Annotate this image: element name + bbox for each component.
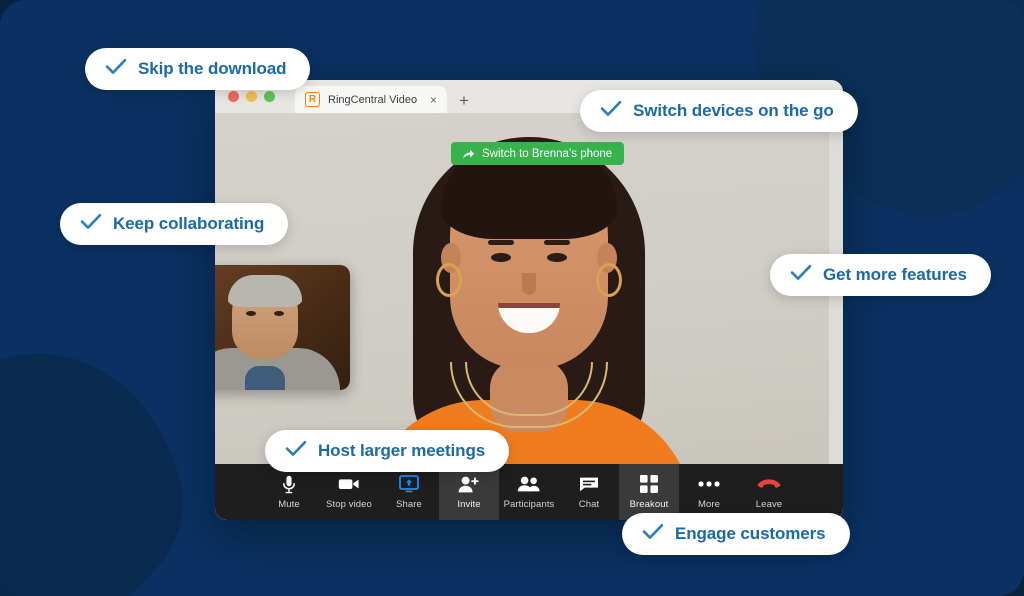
check-icon xyxy=(600,100,622,122)
thumbnail-participant-hair xyxy=(228,275,302,307)
presenter-brow-right xyxy=(544,240,570,245)
grid-squares-icon xyxy=(640,475,658,494)
presenter-eye-right xyxy=(547,253,567,262)
participant-thumbnail-video[interactable] xyxy=(215,265,350,390)
screen-share-icon xyxy=(399,475,419,494)
add-person-icon xyxy=(458,475,480,494)
hangup-phone-icon xyxy=(757,475,781,494)
maximize-window-button[interactable] xyxy=(264,91,275,102)
toolbar-button-mute[interactable]: Mute xyxy=(259,464,319,520)
toolbar-button-invite[interactable]: Invite xyxy=(439,464,499,520)
thumbnail-eye-left xyxy=(246,311,256,316)
minimize-window-button[interactable] xyxy=(246,91,257,102)
close-window-button[interactable] xyxy=(228,91,239,102)
toolbar-label-leave: Leave xyxy=(755,498,783,510)
thumbnail-participant-collar xyxy=(245,366,285,390)
toolbar-button-leave[interactable]: Leave xyxy=(739,464,799,520)
people-icon xyxy=(517,475,541,494)
presenter-earring-right xyxy=(596,263,622,297)
new-tab-button[interactable]: + xyxy=(451,92,477,113)
close-icon[interactable]: × xyxy=(429,94,438,106)
toolbar-label-participants: Participants xyxy=(503,498,555,510)
toolbar-label-more: More xyxy=(697,498,721,510)
callout-pill-label: Keep collaborating xyxy=(113,214,265,233)
presenter-eye-left xyxy=(491,253,511,262)
presenter-brow-left xyxy=(488,240,514,245)
callout-pill-label: Host larger meetings xyxy=(318,441,486,460)
ellipsis-icon xyxy=(698,475,720,494)
check-icon xyxy=(642,523,664,545)
switch-device-banner[interactable]: Switch to Brenna’s phone xyxy=(451,142,625,165)
presenter-nose xyxy=(522,273,536,295)
callout-pill-engage-customers[interactable]: Engage customers xyxy=(622,513,850,555)
window-controls[interactable] xyxy=(228,91,275,102)
tab-ringcentral-video[interactable]: R RingCentral Video × xyxy=(295,86,447,113)
microphone-icon xyxy=(282,475,296,494)
presenter-earring-left xyxy=(436,263,462,297)
tab-strip: R RingCentral Video × + xyxy=(295,86,477,113)
toolbar-button-more[interactable]: More xyxy=(679,464,739,520)
toolbar-label-breakout: Breakout xyxy=(629,498,669,510)
thumbnail-eye-right xyxy=(274,311,284,316)
callout-pill-label: Switch devices on the go xyxy=(633,101,834,120)
check-icon xyxy=(285,440,307,462)
tab-title: RingCentral Video xyxy=(328,93,418,106)
toolbar-button-breakout[interactable]: Breakout xyxy=(619,464,679,520)
switch-device-banner-text: Switch to Brenna’s phone xyxy=(482,147,613,160)
toolbar-button-chat[interactable]: Chat xyxy=(559,464,619,520)
toolbar-button-share[interactable]: Share xyxy=(379,464,439,520)
share-arrow-icon xyxy=(462,148,475,160)
toolbar-label-chat: Chat xyxy=(578,498,600,510)
ringcentral-logo-icon: R xyxy=(305,92,320,107)
toolbar-label-stop-video: Stop video xyxy=(326,498,372,510)
callout-pill-switch-devices-on-the-go[interactable]: Switch devices on the go xyxy=(580,90,858,132)
callout-pill-host-larger-meetings[interactable]: Host larger meetings xyxy=(265,430,510,472)
meeting-toolbar: Mute Stop video Share Invite Participant… xyxy=(215,464,843,520)
chat-bubble-icon xyxy=(579,475,599,494)
video-camera-icon xyxy=(338,475,360,494)
callout-pill-label: Engage customers xyxy=(675,524,826,543)
callout-pill-skip-the-download[interactable]: Skip the download xyxy=(85,48,311,90)
toolbar-button-stop-video[interactable]: Stop video xyxy=(319,464,379,520)
check-icon xyxy=(80,213,102,235)
toolbar-label-mute: Mute xyxy=(278,498,300,510)
check-icon xyxy=(105,58,127,80)
decorative-blob-bottom-left xyxy=(0,327,206,596)
callout-pill-keep-collaborating[interactable]: Keep collaborating xyxy=(60,203,289,245)
toolbar-label-invite: Invite xyxy=(457,498,481,510)
callout-pill-label: Get more features xyxy=(823,265,967,284)
callout-pill-get-more-features[interactable]: Get more features xyxy=(770,254,991,296)
check-icon xyxy=(790,264,812,286)
toolbar-label-share: Share xyxy=(396,498,422,510)
callout-pill-label: Skip the download xyxy=(138,59,287,78)
toolbar-button-participants[interactable]: Participants xyxy=(499,464,559,520)
